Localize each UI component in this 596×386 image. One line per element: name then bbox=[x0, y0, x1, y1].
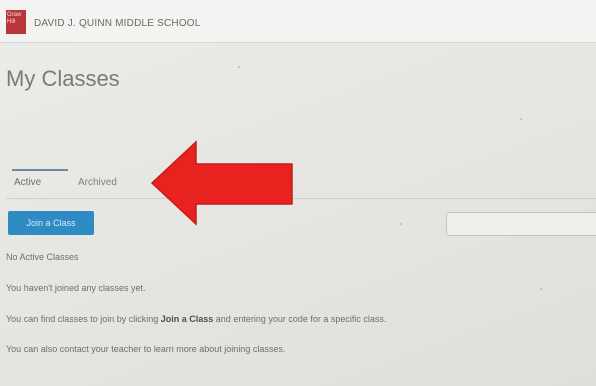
tab-active[interactable]: Active bbox=[14, 177, 41, 188]
page-title: My Classes bbox=[6, 66, 120, 91]
red-left-arrow-icon bbox=[150, 140, 293, 226]
find-suffix: and entering your code for a specific cl… bbox=[213, 314, 387, 324]
find-prefix: You can find classes to join by clicking bbox=[6, 314, 161, 324]
school-name: DAVID J. QUINN MIDDLE SCHOOL bbox=[34, 18, 201, 29]
search-input[interactable] bbox=[446, 212, 596, 236]
publisher-logo[interactable]: Graw Hill bbox=[6, 10, 26, 34]
glare-speck bbox=[540, 288, 542, 290]
join-class-link-text: Join a Class bbox=[160, 314, 214, 324]
find-classes-text: You can find classes to join by clicking… bbox=[6, 314, 386, 324]
active-tab-indicator bbox=[12, 169, 68, 171]
glare-speck bbox=[520, 118, 522, 120]
logo-text: Graw Hill bbox=[7, 12, 22, 25]
contact-teacher-text: You can also contact your teacher to lea… bbox=[6, 344, 286, 354]
no-active-classes-text: No Active Classes bbox=[6, 252, 79, 262]
arrow-shape bbox=[150, 140, 293, 226]
top-bar: Graw Hill DAVID J. QUINN MIDDLE SCHOOL bbox=[0, 0, 596, 43]
join-class-button[interactable]: Join a Class bbox=[8, 211, 94, 235]
screen: Graw Hill DAVID J. QUINN MIDDLE SCHOOL M… bbox=[0, 0, 596, 386]
glare-speck bbox=[400, 223, 402, 225]
not-joined-text: You haven't joined any classes yet. bbox=[6, 283, 146, 293]
class-tabs: Active Archived bbox=[6, 169, 596, 199]
glare-speck bbox=[238, 66, 240, 68]
tab-archived[interactable]: Archived bbox=[78, 177, 117, 188]
